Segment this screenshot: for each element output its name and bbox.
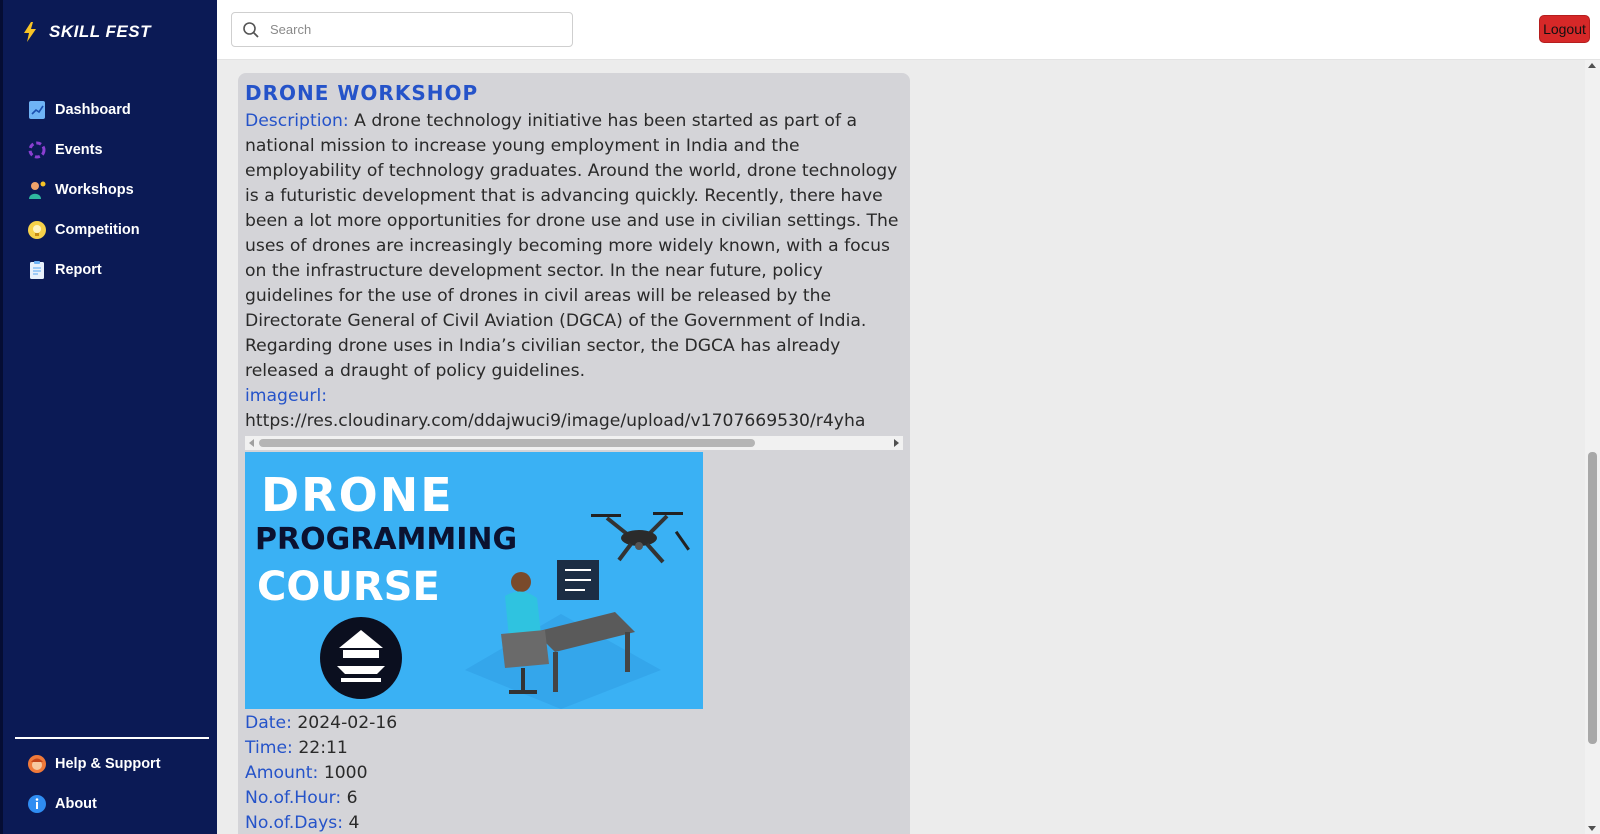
description-label: Description: [245,111,349,131]
date-field: Date: 2024-02-16 [245,711,903,736]
date-value: 2024-02-16 [297,713,398,733]
sidebar-item-label: Competition [55,222,140,238]
sidebar-item-events[interactable]: Events [27,130,140,170]
days-field: No.of.Days: 4 [245,811,903,834]
search-box[interactable] [231,12,573,47]
workshop-card: DRONE WORKSHOP Description: A drone tech… [238,73,910,834]
lightbulb-icon [28,221,46,239]
amount-label: Amount: [245,763,319,783]
workshop-title: DRONE WORKSHOP [245,81,479,105]
sidebar: SKILL FEST Dashboard Events Workshops Co… [0,0,217,834]
sidebar-item-label: Workshops [55,182,134,198]
page-scrollbar[interactable] [1585,60,1600,834]
lightning-bolt-icon [24,22,36,42]
scroll-up-icon[interactable] [1588,63,1596,68]
chart-icon [29,101,45,119]
sidebar-item-report[interactable]: Report [27,250,140,290]
hours-field: No.of.Hour: 6 [245,786,903,811]
hours-value: 6 [346,788,358,808]
description-field: Description: A drone technology initiati… [245,109,903,384]
hours-label: No.of.Hour: [245,788,342,808]
imageurl-label: imageurl: [245,386,328,406]
search-icon [243,21,259,38]
main-content: DRONE WORKSHOP Description: A drone tech… [217,60,1585,834]
brand-name: SKILL FEST [49,22,151,41]
desk-person-illustration [465,560,661,709]
sidebar-nav: Dashboard Events Workshops Competition R… [27,90,140,290]
top-bar: Logout [217,0,1600,60]
time-field: Time: 22:11 [245,736,903,761]
image-text-line-3: COURSE [257,564,440,610]
sidebar-item-workshops[interactable]: Workshops [27,170,140,210]
description-text: A drone technology initiative has been s… [245,111,899,381]
logo-emblem-icon [320,617,402,699]
events-icon [28,141,46,159]
sidebar-item-label: Dashboard [55,102,131,118]
scrollbar-thumb[interactable] [259,439,755,447]
time-value: 22:11 [298,738,348,758]
info-icon [28,795,46,813]
sidebar-item-label: Events [55,142,103,158]
sidebar-item-dashboard[interactable]: Dashboard [27,90,140,130]
amount-field: Amount: 1000 [245,761,903,786]
days-value: 4 [348,813,360,833]
brand[interactable]: SKILL FEST [23,22,151,42]
amount-value: 1000 [323,763,368,783]
scroll-right-icon[interactable] [894,439,899,447]
horizontal-scrollbar[interactable] [245,436,903,450]
sidebar-item-label: About [55,796,97,812]
scroll-down-icon[interactable] [1588,826,1596,831]
imageurl-field: imageurl: [245,384,903,409]
sidebar-item-label: Report [55,262,102,278]
logout-button[interactable]: Logout [1539,15,1590,43]
sidebar-item-label: Help & Support [55,756,161,772]
days-label: No.of.Days: [245,813,343,833]
sidebar-item-about[interactable]: About [27,784,161,824]
clipboard-icon [30,261,44,279]
time-label: Time: [245,738,293,758]
page-scrollbar-thumb[interactable] [1588,452,1597,744]
sidebar-item-help-support[interactable]: Help & Support [27,744,161,784]
imageurl-value: https://res.cloudinary.com/ddajwuci9/ima… [245,411,866,431]
sidebar-item-competition[interactable]: Competition [27,210,140,250]
workshop-image: DRONE PROGRAMMING COURSE [245,452,703,709]
sidebar-divider [15,737,209,739]
date-label: Date: [245,713,292,733]
sidebar-bottom-nav: Help & Support About [27,744,161,824]
support-person-icon [28,755,46,773]
workshop-details: Date: 2024-02-16 Time: 22:11 Amount: 100… [245,711,903,834]
workshop-person-icon [29,181,46,199]
image-text-line-1: DRONE [261,468,454,522]
scroll-left-icon[interactable] [249,439,254,447]
search-input[interactable] [270,22,550,37]
